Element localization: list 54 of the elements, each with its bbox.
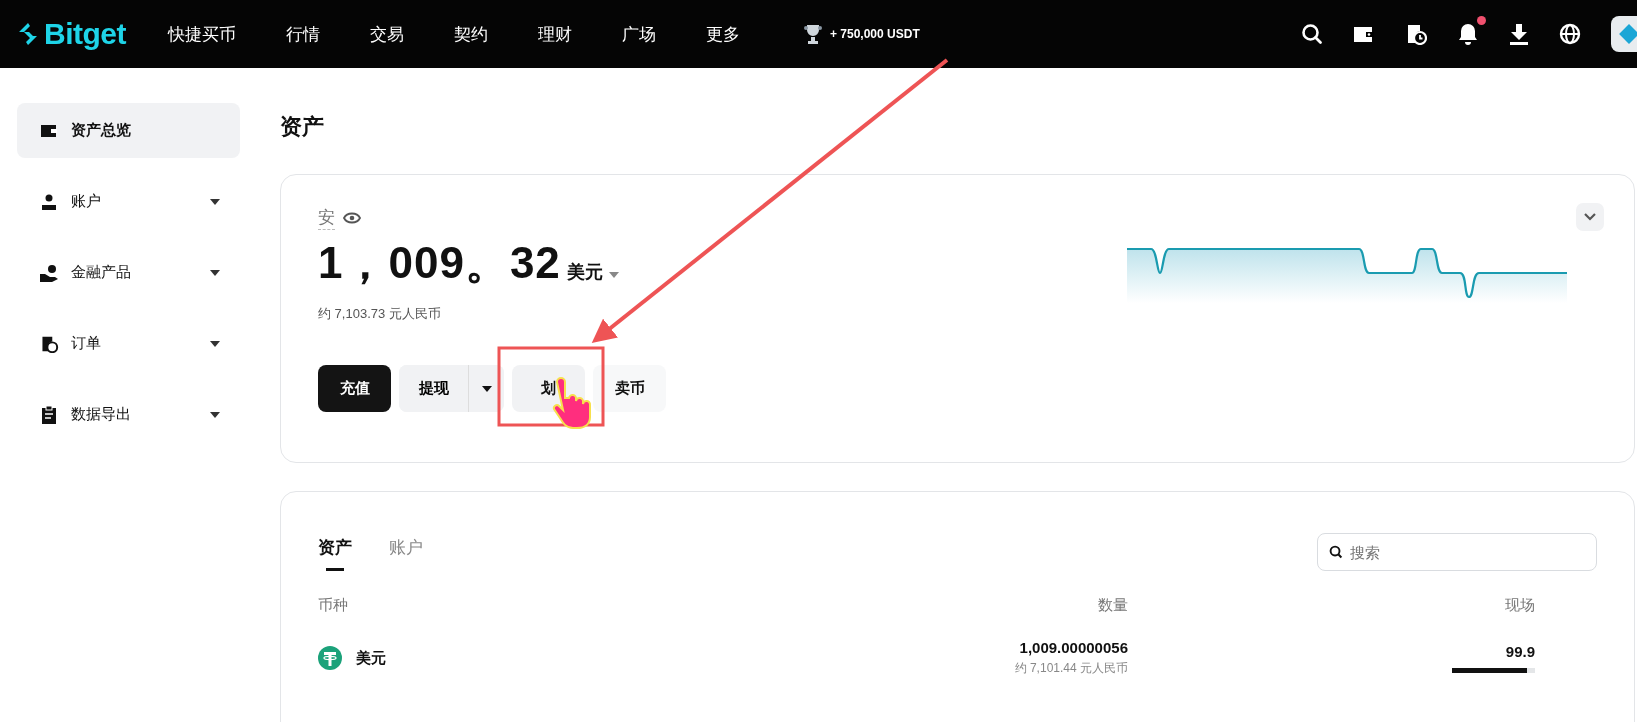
clipboard-icon <box>39 405 59 424</box>
nav-link[interactable]: 契约 <box>454 22 488 46</box>
logo[interactable]: Bitget <box>16 17 126 51</box>
sidebar-item[interactable]: 订单 <box>17 316 240 371</box>
coin-icon <box>318 646 342 670</box>
caret-icon <box>210 340 220 347</box>
withdraw-button[interactable]: 提现 <box>399 365 469 412</box>
avatar[interactable] <box>1611 16 1637 52</box>
tab[interactable]: 资产 <box>318 536 352 574</box>
sidebar-item[interactable]: 数据导出 <box>17 387 240 442</box>
column-header: 数量 <box>1097 596 1128 615</box>
column-header: 币种 <box>318 596 349 615</box>
wallet-icon <box>39 122 59 139</box>
chevron-down-icon <box>1584 213 1596 221</box>
nav-link[interactable]: 理财 <box>538 22 572 46</box>
search-field[interactable]: 搜索 <box>1317 533 1597 571</box>
search-icon <box>1329 545 1343 559</box>
caret-icon <box>210 269 220 276</box>
trophy-icon <box>802 22 824 46</box>
bell-icon[interactable] <box>1457 22 1479 46</box>
nav-link[interactable]: 行情 <box>286 22 320 46</box>
download-icon[interactable] <box>1509 23 1529 45</box>
table-cell: 美元 <box>356 648 386 668</box>
nav-link[interactable]: 快捷买币 <box>168 22 236 46</box>
table-cell: 1,009.00000056 <box>1019 639 1128 656</box>
caret-icon <box>210 198 220 205</box>
sidebar-item[interactable]: 金融产品 <box>17 245 240 300</box>
balance-label: 安 <box>318 206 335 230</box>
deposit-button[interactable]: 充值 <box>318 365 391 412</box>
nav-link[interactable]: 交易 <box>370 22 404 46</box>
sell-button[interactable]: 卖币 <box>593 365 666 412</box>
currency-label[interactable]: 美元 <box>566 260 603 284</box>
promo-text[interactable]: + 750,000 USDT <box>830 27 920 41</box>
balance-amount: 1，009。32 <box>318 237 561 289</box>
caret-icon <box>210 411 220 418</box>
nav-link[interactable]: 更多 <box>706 22 740 46</box>
search-icon[interactable] <box>1301 23 1323 45</box>
user-icon <box>39 192 59 211</box>
sidebar-item[interactable]: 账户 <box>17 174 240 229</box>
globe-icon[interactable] <box>1559 23 1581 45</box>
eye-icon[interactable] <box>343 212 361 224</box>
collapse-button[interactable] <box>1576 203 1604 231</box>
wallet-icon[interactable] <box>1353 24 1375 44</box>
table-cell: 99.9 <box>1505 643 1535 660</box>
tab[interactable]: 账户 <box>389 536 423 574</box>
hand-coin-icon <box>39 263 59 282</box>
page-title: 资产 <box>280 113 325 141</box>
caret-icon <box>481 385 492 392</box>
column-header: 现场 <box>1504 596 1535 615</box>
sidebar-item[interactable]: 资产总览 <box>17 103 240 158</box>
caret-icon[interactable] <box>608 272 619 278</box>
table-cell: 约 7,101.44 元人民币 <box>1014 660 1128 677</box>
nav-link[interactable]: 广场 <box>622 22 656 46</box>
balance-approx: 约 7,103.73 元人民币 <box>318 305 442 323</box>
